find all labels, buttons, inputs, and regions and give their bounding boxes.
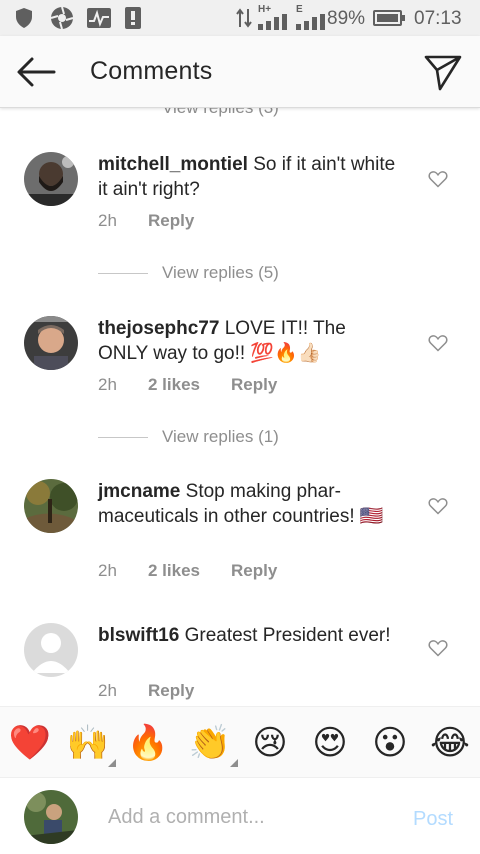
reply-button[interactable]: Reply — [231, 561, 277, 581]
aperture-icon — [50, 6, 74, 30]
comment-input[interactable] — [108, 802, 398, 832]
battery-icon — [373, 10, 405, 26]
emoji-open-mouth[interactable]: 😮 — [368, 721, 412, 765]
emoji-raising-hands-glyph: 🙌 — [66, 723, 110, 763]
heart-outline-icon[interactable] — [428, 639, 448, 657]
skin-tone-indicator — [108, 759, 116, 767]
page-title: Comments — [90, 57, 213, 85]
status-bar: H+ E 89% 07:13 — [0, 0, 480, 36]
post-button[interactable]: Post — [413, 808, 453, 831]
emoji-red-heart[interactable]: ❤️ — [8, 721, 52, 765]
emoji-reaction-bar: ❤️ 🙌 🔥 👏 😢 😍 😮 😂 — [0, 706, 480, 778]
reply-button[interactable]: Reply — [148, 681, 194, 701]
emoji-tears-of-joy[interactable]: 😂 — [428, 721, 472, 765]
comment-composer: Post — [0, 778, 480, 854]
clock: 07:13 — [414, 8, 462, 29]
likes-count[interactable]: 2 likes — [148, 561, 200, 581]
heart-outline-icon[interactable] — [428, 497, 448, 515]
signal-strength-icon: H+ — [258, 4, 292, 30]
comment-username[interactable]: jmcname — [98, 481, 180, 502]
reply-button[interactable]: Reply — [148, 211, 194, 231]
heart-outline-icon[interactable] — [428, 170, 448, 188]
skin-tone-indicator — [230, 759, 238, 767]
share-button[interactable] — [422, 52, 464, 92]
activity-monitor-icon — [87, 8, 111, 28]
avatar[interactable] — [24, 316, 78, 370]
comment-username[interactable]: thejosephc77 — [98, 318, 219, 339]
emoji-raising-hands[interactable]: 🙌 — [66, 721, 116, 767]
device-info-icon — [125, 7, 141, 29]
divider-line — [98, 437, 148, 438]
emoji-fire[interactable]: 🔥 — [126, 721, 170, 765]
current-user-avatar — [24, 790, 78, 844]
back-button[interactable] — [14, 54, 58, 90]
header-bar: Comments — [0, 36, 480, 108]
data-transfer-icon — [236, 8, 252, 28]
avatar[interactable] — [24, 479, 78, 533]
comment-username[interactable]: mitchell_montiel — [98, 154, 248, 175]
comment-time: 2h — [98, 681, 117, 700]
view-replies-partial[interactable]: View replies (3) — [162, 108, 279, 118]
comment-time: 2h — [98, 375, 117, 394]
comment-text: blswift16 Greatest President ever! — [98, 623, 398, 648]
emoji-clapping-hands-glyph: 👏 — [188, 723, 232, 763]
comment-text: mitchell_montiel So if it ain't white it… — [98, 152, 398, 202]
emoji-crying-face[interactable]: 😢 — [248, 721, 292, 765]
comment-time: 2h — [98, 211, 117, 230]
signal-strength-2-icon: E — [296, 4, 330, 30]
paper-plane-icon — [424, 55, 462, 91]
emoji-clapping-hands[interactable]: 👏 — [188, 721, 238, 767]
shield-icon — [16, 8, 32, 28]
heart-outline-icon[interactable] — [428, 334, 448, 352]
likes-count[interactable]: 2 likes — [148, 375, 200, 395]
comment-body: Greatest President ever! — [184, 625, 391, 646]
comment-text: thejosephc77 LOVE IT!! The ONLY way to g… — [98, 316, 398, 366]
view-replies-label[interactable]: View replies (1) — [162, 427, 279, 447]
reply-button[interactable]: Reply — [231, 375, 277, 395]
comments-list[interactable]: View replies (3) mitchell_montiel So if … — [0, 108, 480, 706]
view-replies-label[interactable]: View replies (5) — [162, 263, 279, 283]
emoji-heart-eyes[interactable]: 😍 — [308, 721, 352, 765]
battery-percent: 89% — [327, 8, 366, 29]
comment-time: 2h — [98, 561, 117, 580]
arrow-left-icon — [17, 57, 56, 87]
avatar[interactable] — [24, 623, 78, 677]
comment-username[interactable]: blswift16 — [98, 625, 179, 646]
avatar[interactable] — [24, 152, 78, 206]
divider-line — [98, 273, 148, 274]
comment-text: jmcname Stop making phar-maceuticals in … — [98, 479, 398, 529]
